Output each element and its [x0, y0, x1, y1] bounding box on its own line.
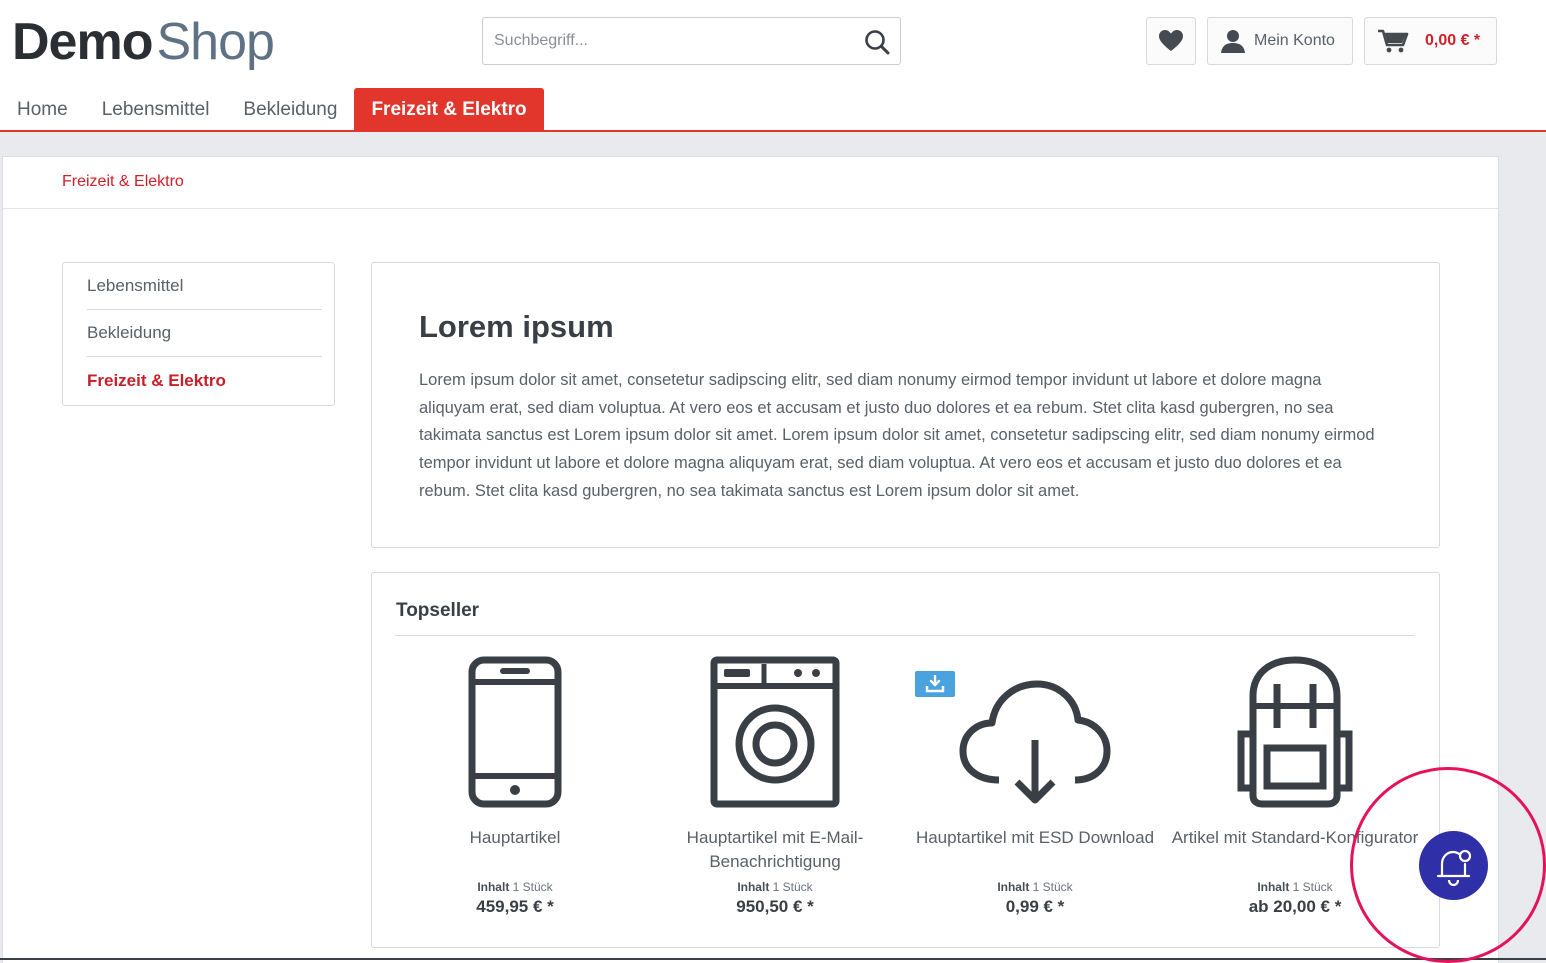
- category-sidebar: Lebensmittel Bekleidung Freizeit & Elekt…: [62, 262, 335, 406]
- smartphone-icon: [468, 656, 562, 808]
- product-image[interactable]: [385, 653, 645, 808]
- sidebar-item-bekleidung[interactable]: Bekleidung: [87, 310, 322, 357]
- product-content: Inhalt 1 Stück: [385, 880, 645, 894]
- cart-amount: 0,00 € *: [1425, 32, 1481, 49]
- cloud-download-icon: [959, 680, 1111, 804]
- content-value: 1 Stück: [1032, 880, 1073, 894]
- product-card[interactable]: Hauptartikel mit ESD Download Inhalt 1 S…: [905, 653, 1165, 917]
- wishlist-button[interactable]: [1146, 17, 1196, 65]
- category-title: Lorem ipsum: [419, 309, 614, 344]
- content-label: Inhalt: [477, 880, 510, 894]
- content-label: Inhalt: [737, 880, 770, 894]
- sidebar-item-lebensmittel[interactable]: Lebensmittel: [87, 263, 322, 310]
- search-bar: [482, 17, 901, 65]
- content-value: 1 Stück: [1292, 880, 1333, 894]
- nav-item-home[interactable]: Home: [0, 88, 85, 132]
- logo-demo-text: Demo: [12, 13, 153, 71]
- notification-bell-button[interactable]: [1419, 831, 1488, 900]
- content-area: Freizeit & Elektro Lebensmittel Bekleidu…: [2, 156, 1499, 963]
- product-content: Inhalt 1 Stück: [905, 880, 1165, 894]
- cart-icon: [1378, 29, 1409, 53]
- breadcrumb-divider: [3, 208, 1498, 209]
- topseller-title: Topseller: [396, 600, 480, 621]
- product-price: 0,99 € *: [1005, 897, 1065, 916]
- logo-shop-text: Shop: [156, 13, 274, 71]
- product-card[interactable]: Hauptartikel Inhalt 1 Stück 459,95 € *: [385, 653, 645, 917]
- backpack-icon: [1237, 656, 1353, 808]
- nav-item-lebensmittel[interactable]: Lebensmittel: [85, 88, 227, 132]
- content-label: Inhalt: [997, 880, 1030, 894]
- account-label: Mein Konto: [1254, 32, 1335, 49]
- topseller-slider: Topseller Hauptartikel Inhalt 1 Stück 45…: [371, 572, 1440, 948]
- bottom-border: [0, 958, 1546, 960]
- product-image[interactable]: [1165, 653, 1425, 808]
- nav-item-bekleidung[interactable]: Bekleidung: [226, 88, 354, 132]
- heart-icon: [1159, 30, 1183, 51]
- search-icon: [865, 30, 890, 55]
- category-description: Lorem ipsum dolor sit amet, consetetur s…: [419, 371, 1375, 500]
- header: DemoShop Mein Konto 0,00 € *: [0, 0, 1546, 132]
- product-price: 950,50 € *: [736, 897, 814, 916]
- washing-machine-icon: [710, 656, 840, 808]
- bell-icon: [1436, 849, 1471, 886]
- shop-logo[interactable]: DemoShop: [12, 12, 275, 72]
- content-value: 1 Stück: [772, 880, 813, 894]
- content-value: 1 Stück: [512, 880, 553, 894]
- account-button[interactable]: Mein Konto: [1207, 17, 1353, 65]
- product-name[interactable]: Hauptartikel mit E-Mail-Benachrichtigung: [645, 826, 905, 874]
- cart-button[interactable]: 0,00 € *: [1364, 17, 1497, 65]
- breadcrumb[interactable]: Freizeit & Elektro: [62, 173, 184, 191]
- content-label: Inhalt: [1257, 880, 1290, 894]
- product-price: 459,95 € *: [476, 897, 554, 916]
- main-navigation: Home Lebensmittel Bekleidung Freizeit & …: [0, 88, 544, 132]
- sidebar-item-freizeit-elektro[interactable]: Freizeit & Elektro: [87, 357, 322, 404]
- topseller-divider: [395, 635, 1415, 636]
- product-name[interactable]: Hauptartikel: [385, 826, 645, 874]
- search-input[interactable]: [483, 32, 843, 50]
- nav-item-freizeit-elektro[interactable]: Freizeit & Elektro: [354, 88, 544, 132]
- category-intro: Lorem ipsum Lorem ipsum dolor sit amet, …: [371, 262, 1440, 548]
- product-image[interactable]: [905, 653, 1165, 808]
- product-card[interactable]: Hauptartikel mit E-Mail-Benachrichtigung…: [645, 653, 905, 917]
- product-name[interactable]: Hauptartikel mit ESD Download: [905, 826, 1165, 874]
- product-image[interactable]: [645, 653, 905, 808]
- product-content: Inhalt 1 Stück: [645, 880, 905, 894]
- user-icon: [1221, 30, 1245, 53]
- search-button[interactable]: [862, 27, 892, 57]
